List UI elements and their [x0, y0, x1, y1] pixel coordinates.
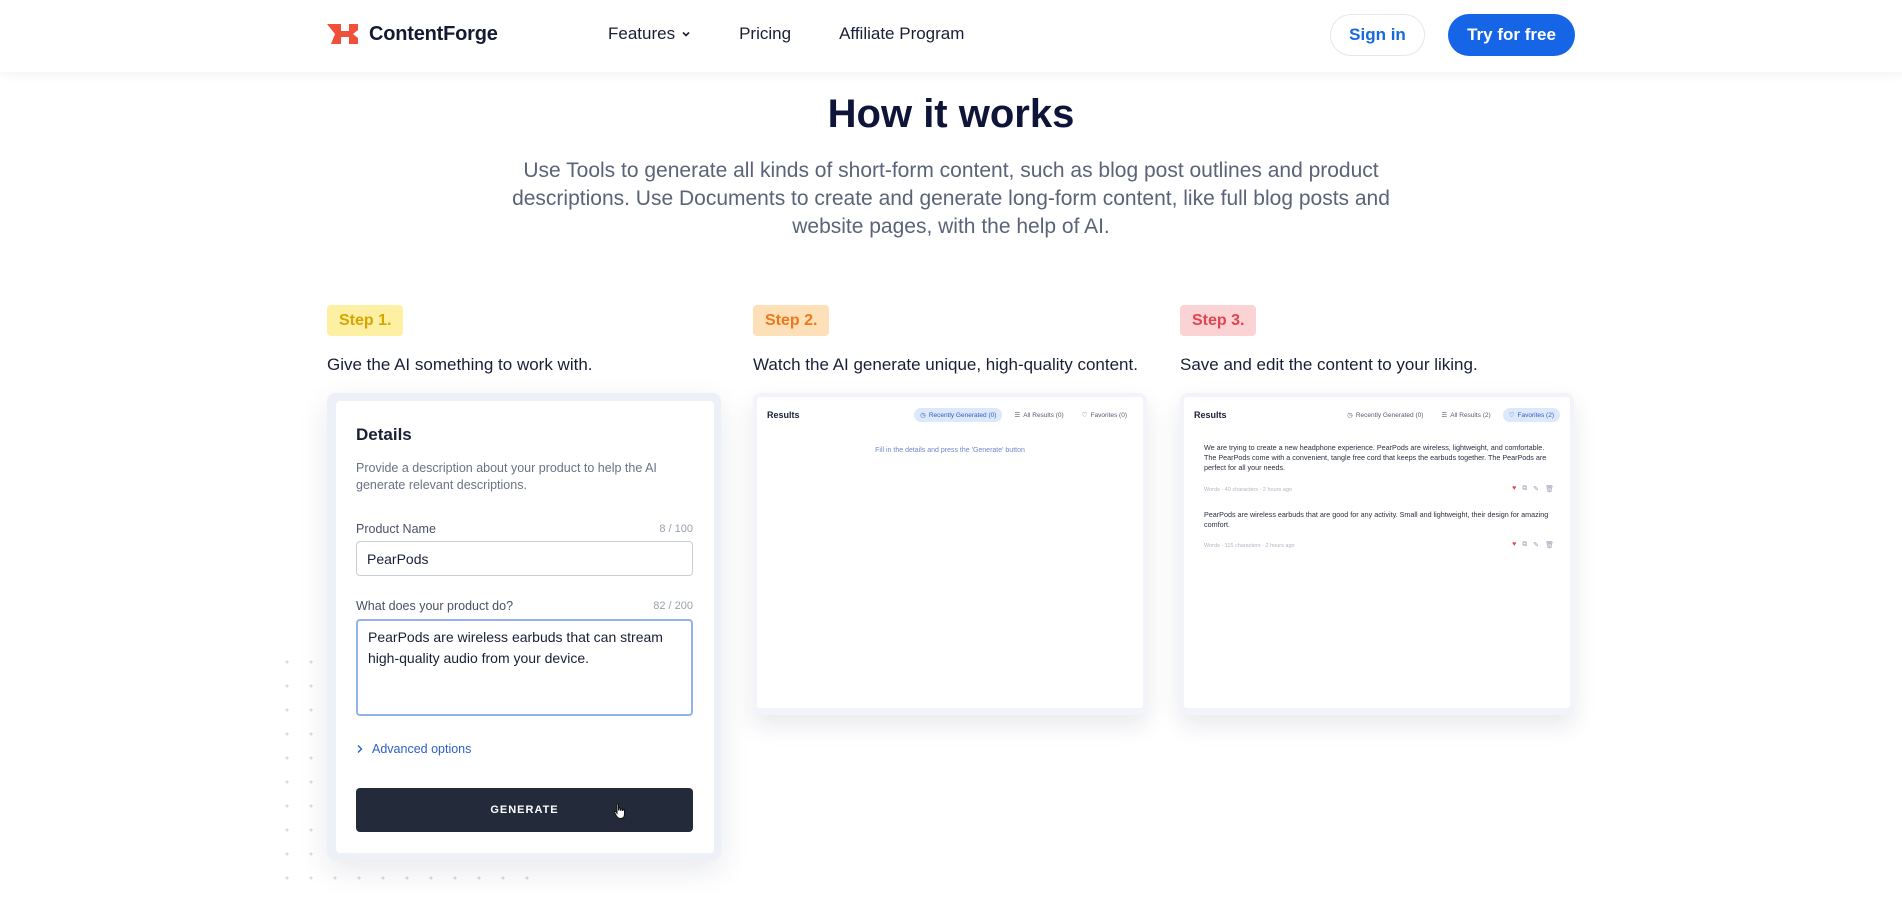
nav-affiliate-label: Affiliate Program — [839, 24, 965, 43]
result-meta: Words · 40 characters · 2 hours ago — [1204, 487, 1292, 493]
signin-button[interactable]: Sign in — [1330, 14, 1425, 56]
clock-icon: ◷ — [920, 412, 926, 419]
tab-recently-generated[interactable]: ◷ Recently Generated (0) — [914, 408, 1003, 422]
tab-favorites[interactable]: ♡ Favorites (0) — [1076, 408, 1133, 422]
tab-favorites-label: Favorites (2) — [1517, 411, 1554, 419]
product-name-count: 8 / 100 — [659, 523, 693, 535]
edit-icon[interactable]: ✎ — [1533, 541, 1539, 549]
step-1-description: Give the AI something to work with. — [327, 355, 593, 374]
results-label: Results — [767, 410, 800, 420]
results-label: Results — [1194, 410, 1227, 420]
hand-cursor-icon — [613, 803, 625, 820]
heart-filled-icon[interactable]: ♥ — [1512, 541, 1516, 549]
tab-all-results[interactable]: ☰ All Results (2) — [1435, 408, 1496, 422]
results-tabs: ◷ Recently Generated (0) ☰ All Results (… — [1341, 408, 1560, 422]
heart-filled-icon[interactable]: ♥ — [1512, 485, 1516, 493]
step-1-badge: Step 1. — [327, 305, 404, 336]
results-card-empty: Results ◷ Recently Generated (0) ☰ All R… — [753, 393, 1147, 715]
chevron-down-icon — [682, 31, 690, 37]
results-card-favorites: Results ◷ Recently Generated (0) ☰ All R… — [1180, 393, 1574, 715]
step-2-description: Watch the AI generate unique, high-quali… — [753, 355, 1138, 374]
result-item: We are trying to create a new headphone … — [1204, 443, 1547, 472]
results-panel: Results ◷ Recently Generated (0) ☰ All R… — [1184, 397, 1570, 708]
details-title: Details — [356, 425, 412, 444]
heart-icon: ♡ — [1081, 412, 1088, 419]
logo-text: ContentForge — [369, 22, 498, 45]
details-card: Details Provide a description about your… — [336, 401, 714, 853]
nav-affiliate[interactable]: Affiliate Program — [839, 24, 964, 44]
heart-icon: ♡ — [1508, 412, 1515, 419]
main-nav: Features Pricing Affiliate Program — [608, 24, 964, 44]
nav-features-label: Features — [608, 24, 676, 43]
nav-pricing[interactable]: Pricing — [739, 24, 791, 44]
edit-icon[interactable]: ✎ — [1533, 485, 1539, 493]
tab-all-results[interactable]: ☰ All Results (0) — [1008, 408, 1069, 422]
try-for-free-button[interactable]: Try for free — [1448, 14, 1575, 56]
list-icon: ☰ — [1014, 412, 1021, 419]
logo-mark-icon — [327, 24, 358, 44]
section-subtitle: Use Tools to generate all kinds of short… — [512, 159, 1390, 238]
step-3-badge: Step 3. — [1180, 305, 1257, 336]
result-item: PearPods are wireless earbuds that are g… — [1204, 510, 1549, 529]
tab-all-results-label: All Results (0) — [1023, 411, 1064, 419]
step-3-description: Save and edit the content to your liking… — [1180, 355, 1478, 374]
results-tabs: ◷ Recently Generated (0) ☰ All Results (… — [914, 408, 1133, 422]
trash-icon[interactable]: 🗑 — [1545, 541, 1554, 549]
product-does-textarea[interactable]: PearPods are wireless earbuds that can s… — [356, 619, 693, 716]
section-title: How it works — [827, 92, 1075, 136]
advanced-options-label: Advanced options — [372, 742, 472, 756]
tab-favorites[interactable]: ♡ Favorites (2) — [1502, 408, 1560, 422]
tab-recently-generated[interactable]: ◷ Recently Generated (0) — [1341, 408, 1429, 422]
chevron-right-icon — [357, 745, 363, 753]
result-actions: ♥ ⧉ ✎ 🗑 — [1512, 541, 1554, 549]
trash-icon[interactable]: 🗑 — [1545, 485, 1554, 493]
copy-icon[interactable]: ⧉ — [1522, 485, 1527, 493]
copy-icon[interactable]: ⧉ — [1522, 541, 1527, 549]
product-does-count: 82 / 200 — [653, 600, 693, 612]
product-does-label: What does your product do? — [356, 599, 514, 613]
result-actions: ♥ ⧉ ✎ 🗑 — [1512, 485, 1554, 493]
product-name-label: Product Name — [356, 522, 436, 536]
advanced-options-toggle[interactable]: Advanced options — [356, 742, 471, 756]
results-panel: Results ◷ Recently Generated (0) ☰ All R… — [757, 397, 1143, 708]
empty-state-message: Fill in the details and press the 'Gener… — [875, 447, 1025, 454]
nav-pricing-label: Pricing — [739, 24, 792, 43]
nav-features[interactable]: Features — [608, 24, 691, 44]
result-meta: Words · 115 characters · 2 hours ago — [1204, 543, 1295, 549]
product-name-input[interactable]: PearPods — [356, 541, 693, 576]
tab-all-results-label: All Results (2) — [1450, 411, 1491, 419]
list-icon: ☰ — [1441, 412, 1448, 419]
step-2-badge: Step 2. — [753, 305, 830, 336]
details-description: Provide a description about your product… — [356, 461, 657, 492]
logo[interactable]: ContentForge — [327, 22, 498, 46]
generate-button[interactable]: GENERATE — [356, 788, 693, 832]
tab-recently-generated-label: Recently Generated (0) — [928, 411, 997, 419]
tab-recently-generated-label: Recently Generated (0) — [1355, 411, 1424, 419]
tab-favorites-label: Favorites (0) — [1090, 411, 1127, 419]
clock-icon: ◷ — [1347, 412, 1353, 419]
site-header: ContentForge Features Pricing Affiliate … — [0, 0, 1902, 72]
